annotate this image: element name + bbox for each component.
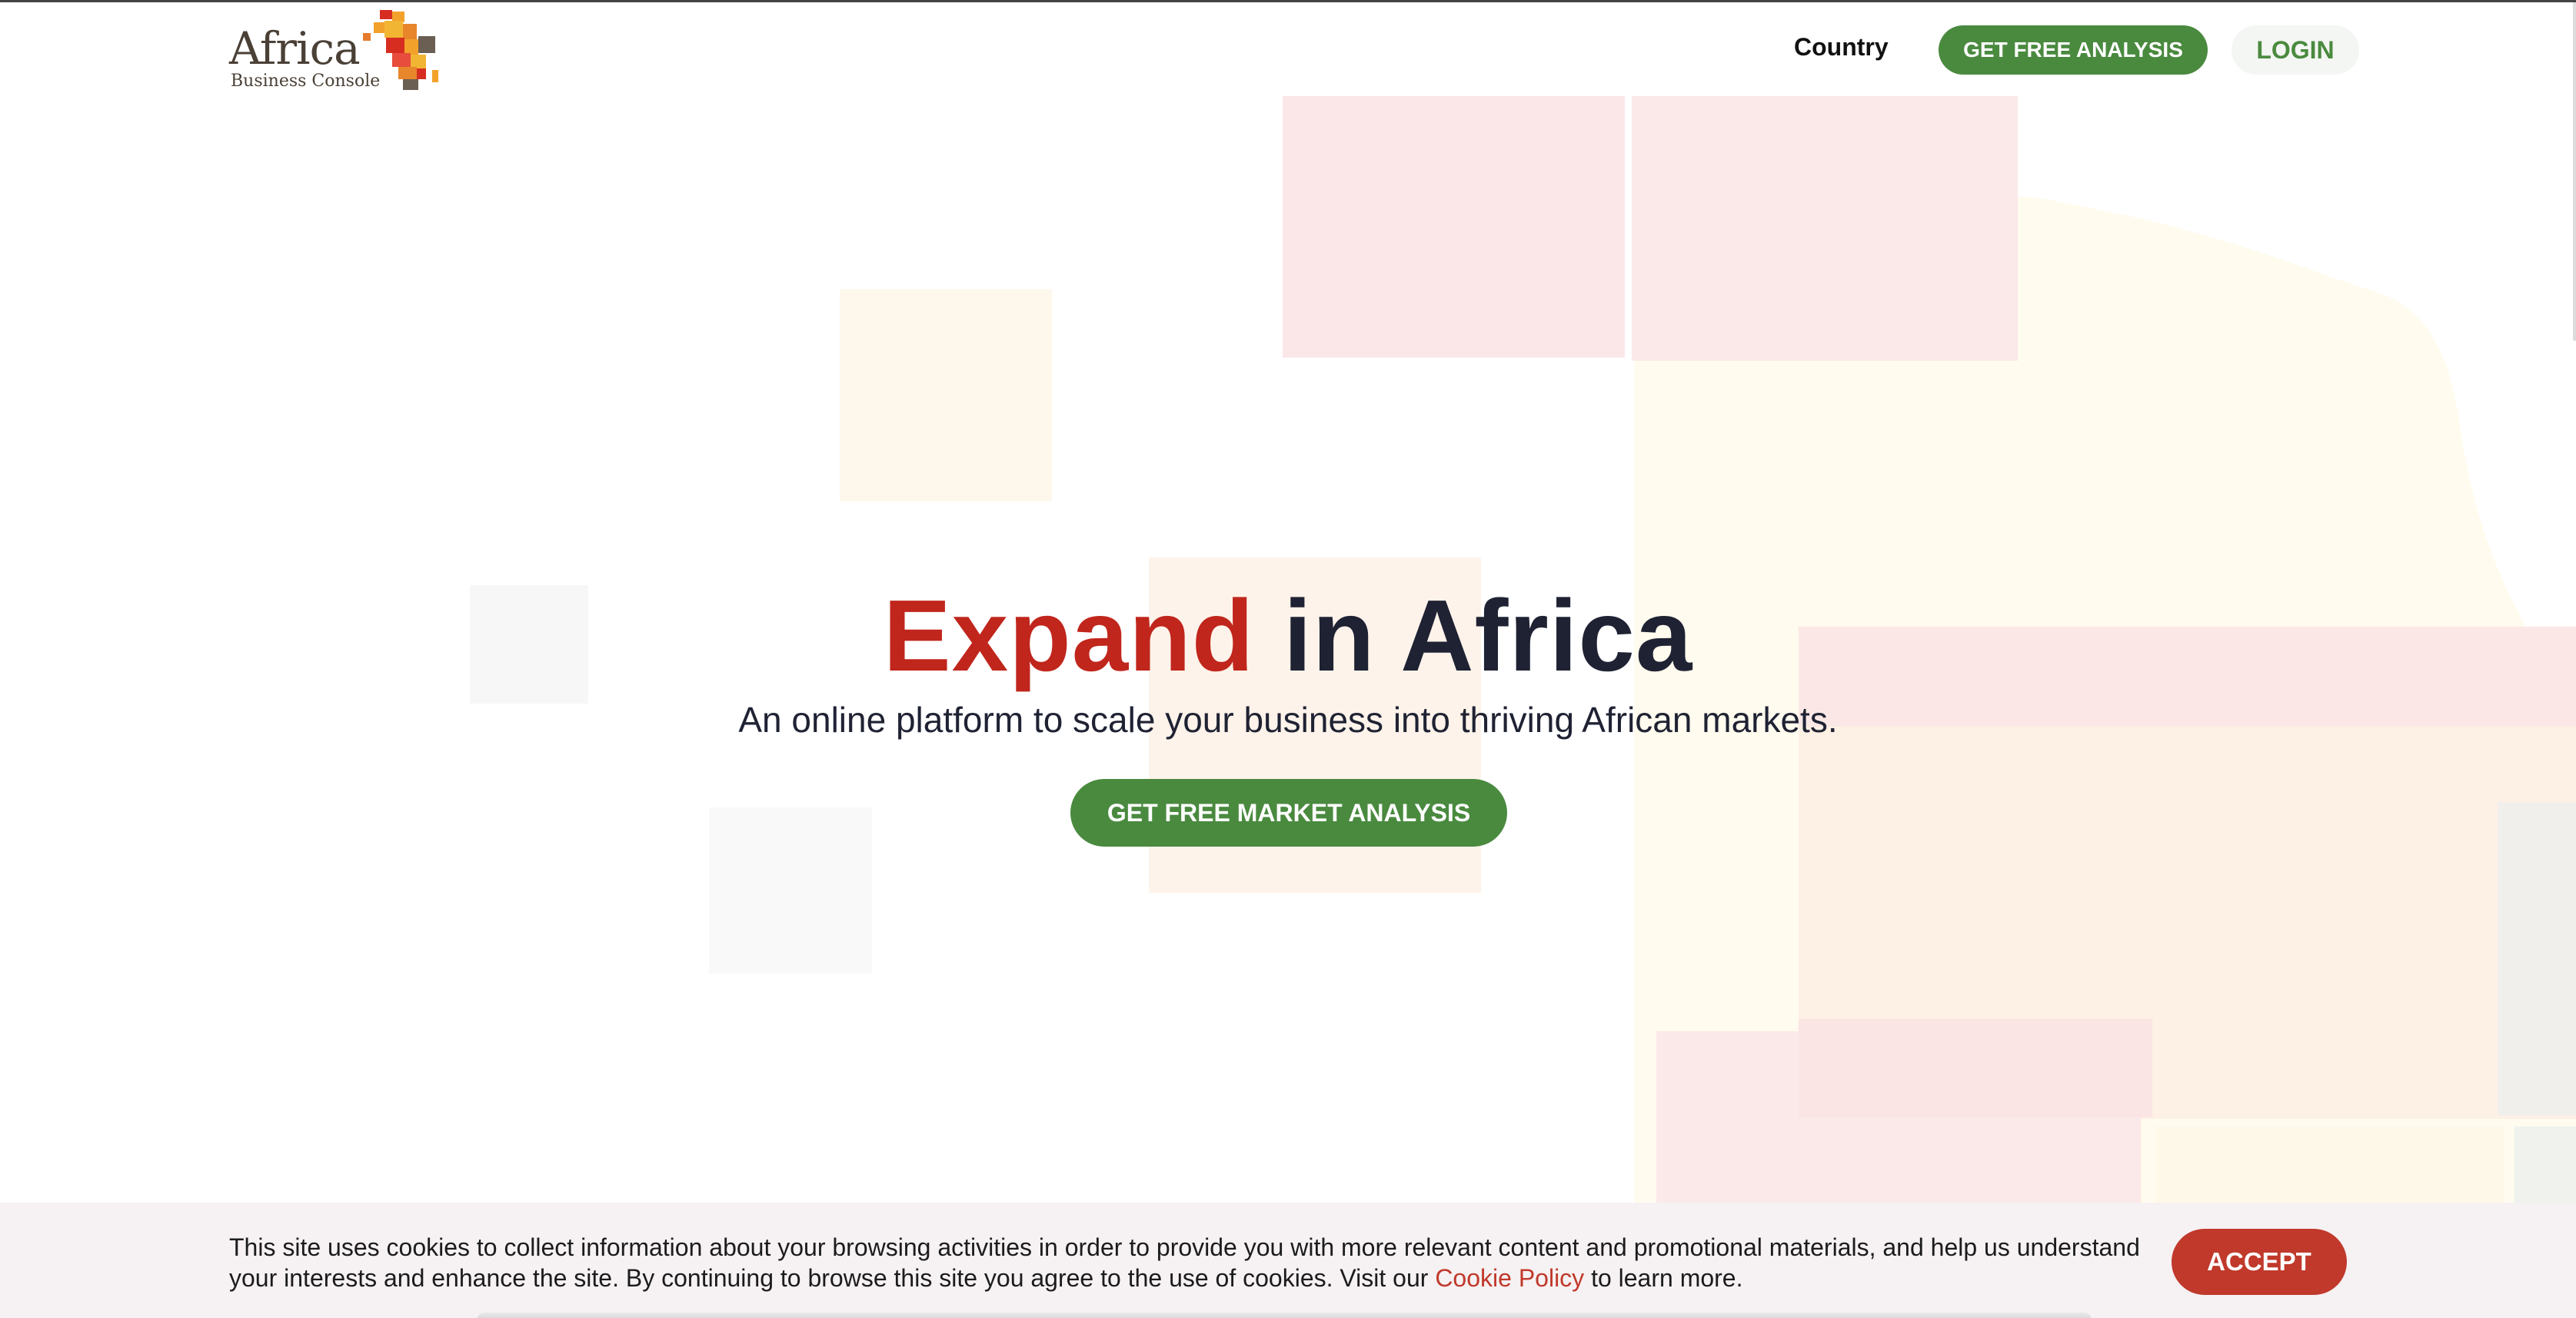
hero-title: Expand in Africa: [0, 577, 2576, 694]
africa-map-icon: [363, 10, 438, 90]
hero-section: Expand in Africa An online platform to s…: [0, 577, 2576, 742]
bg-block: [2498, 802, 2576, 1116]
login-button[interactable]: LOGIN: [2232, 25, 2359, 75]
cookie-text-after: to learn more.: [1584, 1264, 1743, 1292]
site-logo[interactable]: Africa Business Console: [229, 10, 452, 91]
get-free-analysis-button[interactable]: GET FREE ANALYSIS: [1939, 25, 2208, 75]
bg-block: [1632, 96, 2018, 361]
bg-block: [709, 807, 872, 974]
hero-title-accent: Expand: [883, 579, 1255, 692]
cookie-policy-link[interactable]: Cookie Policy: [1435, 1264, 1584, 1292]
cookie-banner: This site uses cookies to collect inform…: [0, 1203, 2576, 1318]
bg-block: [840, 289, 1052, 501]
site-header: Africa Business Console Country GET FREE…: [0, 2, 2576, 95]
cookie-text-before: This site uses cookies to collect inform…: [229, 1233, 2140, 1292]
hero-title-rest: in Africa: [1254, 579, 1693, 692]
hero-subtitle: An online platform to scale your busines…: [738, 700, 1838, 740]
accept-cookies-button[interactable]: ACCEPT: [2172, 1229, 2347, 1295]
cookie-message: This site uses cookies to collect inform…: [229, 1232, 2152, 1293]
logo-wordmark: Africa: [229, 22, 361, 75]
bg-block: [1283, 96, 1625, 358]
bg-block: [1799, 1019, 2152, 1117]
chat-widget-edge: [477, 1313, 2092, 1318]
app-root: Africa Business Console Country GET FREE…: [0, 0, 2576, 1318]
get-free-market-analysis-button[interactable]: GET FREE MARKET ANALYSIS: [1070, 779, 1507, 847]
nav-country-link[interactable]: Country: [1794, 33, 1889, 62]
